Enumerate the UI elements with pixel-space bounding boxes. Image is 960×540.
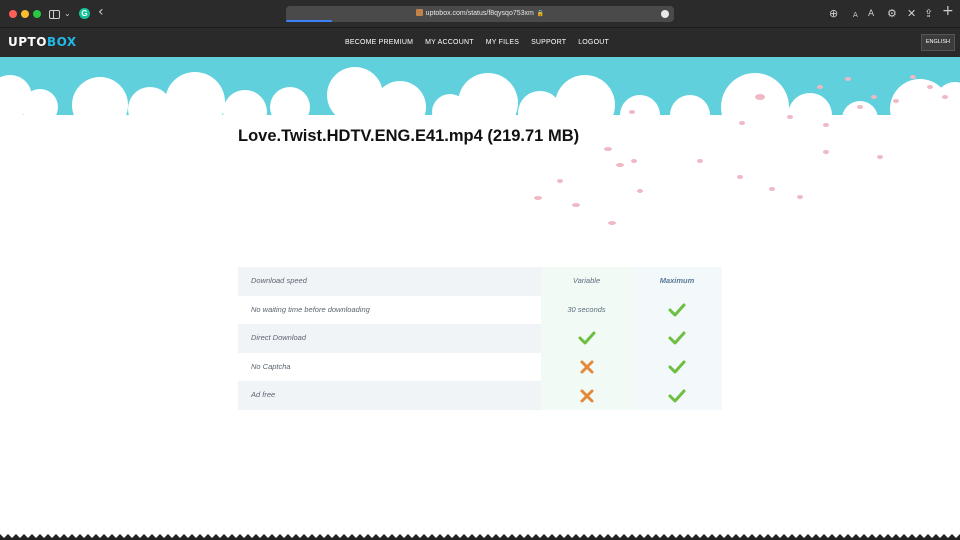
nav-my-account[interactable]: MY ACCOUNT (425, 39, 474, 46)
fullscreen-window-button[interactable] (33, 10, 41, 18)
check-icon (668, 360, 686, 374)
nav-my-files[interactable]: MY FILES (486, 39, 519, 46)
minimize-window-button[interactable] (21, 10, 29, 18)
new-tab-icon[interactable]: + (942, 3, 954, 19)
text-larger-button[interactable]: A (868, 6, 874, 22)
check-icon (668, 303, 686, 317)
language-selector[interactable]: ENGLISH (920, 34, 955, 51)
site-navbar: UPTOBOX BECOME PREMIUM MY ACCOUNT MY FIL… (0, 28, 960, 57)
hero-background (0, 57, 960, 247)
check-icon (578, 331, 595, 345)
cross-icon (580, 389, 593, 403)
gear-icon[interactable]: ⚙ (887, 6, 897, 22)
nav-logout[interactable]: LOGOUT (578, 39, 609, 46)
check-icon (668, 331, 686, 345)
close-icon[interactable]: ✕ (907, 6, 916, 22)
free-value (541, 381, 632, 410)
premium-value (632, 352, 722, 382)
chevron-down-icon[interactable]: ⌄ (64, 6, 71, 22)
download-icon[interactable]: ⊕ (829, 6, 838, 22)
close-window-button[interactable] (9, 10, 17, 18)
logo-part1: UPTO (8, 35, 47, 49)
feature-label: No waiting time before downloading (238, 295, 541, 325)
table-row: No Captcha (238, 352, 722, 382)
free-value: 30 seconds (541, 295, 632, 325)
free-value (541, 324, 632, 353)
text-smaller-button[interactable]: A (853, 7, 858, 23)
feature-label: No Captcha (238, 352, 541, 382)
lock-icon: 🔒 (536, 11, 545, 17)
plan-comparison-table: Download speed Variable Maximum No waiti… (238, 267, 722, 410)
check-icon (668, 389, 686, 403)
site-favicon-icon (415, 9, 423, 16)
back-icon[interactable]: ‹ (98, 4, 104, 20)
feature-label: Download speed (238, 267, 541, 296)
page-load-progress (286, 20, 332, 22)
sidebar-toggle-icon[interactable] (49, 10, 60, 19)
table-row: Ad free (238, 381, 722, 410)
address-bar[interactable]: uptobox.com/status/f8qysqo753xm 🔒 (286, 6, 674, 22)
url-text: uptobox.com/status/f8qysqo753xm (425, 10, 534, 17)
grammarly-extension-icon[interactable]: G (79, 8, 90, 19)
premium-value (632, 381, 722, 410)
browser-toolbar: ⌄ G ‹ uptobox.com/status/f8qysqo753xm 🔒 ⊕… (0, 0, 960, 28)
more-icon[interactable] (661, 10, 669, 18)
page-bottom-edge (0, 530, 960, 540)
table-row: Download speed Variable Maximum (238, 267, 722, 296)
file-title: Love.Twist.HDTV.ENG.E41.mp4 (219.71 MB) (238, 127, 580, 145)
feature-label: Ad free (238, 381, 541, 410)
feature-label: Direct Download (238, 324, 541, 353)
cross-icon (580, 360, 593, 374)
table-row: Direct Download (238, 324, 722, 353)
free-column-header: Variable (541, 267, 632, 296)
premium-value (632, 324, 722, 353)
clouds-illustration (0, 57, 960, 247)
nav-become-premium[interactable]: BECOME PREMIUM (345, 39, 413, 46)
nav-support[interactable]: SUPPORT (531, 39, 566, 46)
premium-column-header: Maximum (632, 267, 722, 296)
uptobox-logo[interactable]: UPTOBOX (8, 35, 77, 49)
table-row: No waiting time before downloading 30 se… (238, 295, 722, 325)
logo-part2: BOX (46, 35, 77, 49)
free-value (541, 352, 632, 382)
share-icon[interactable]: ⇪ (924, 6, 933, 22)
main-nav: BECOME PREMIUM MY ACCOUNT MY FILES SUPPO… (345, 39, 609, 46)
premium-value (632, 295, 722, 325)
